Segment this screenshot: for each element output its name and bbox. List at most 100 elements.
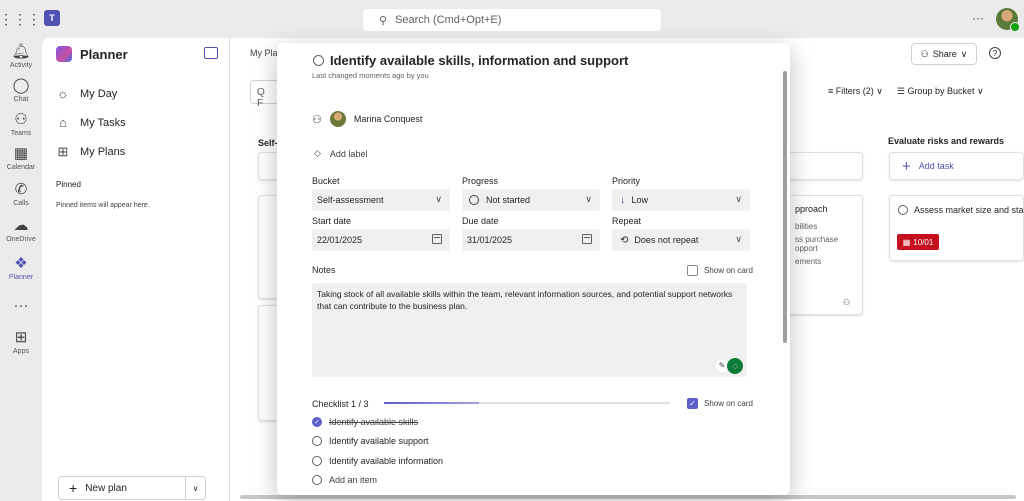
- checklist-item[interactable]: ✓ Identify available skills: [312, 417, 418, 427]
- help-icon[interactable]: ?: [989, 47, 1001, 59]
- calendar-icon[interactable]: [582, 234, 592, 244]
- show-on-card-checkbox[interactable]: [687, 265, 698, 276]
- add-label-button[interactable]: ◇ Add label: [314, 148, 367, 159]
- more-options-icon[interactable]: ···: [972, 11, 984, 25]
- pinned-header: Pinned: [56, 180, 81, 189]
- planner-brand: Planner: [56, 46, 128, 62]
- task-title[interactable]: Identify available skills, information a…: [330, 53, 628, 68]
- rail-item-calendar[interactable]: ▦ Calendar: [0, 145, 42, 172]
- teams-logo-icon: T: [44, 10, 60, 26]
- search-placeholder: Search (Cmd+Opt+E): [395, 14, 502, 26]
- task-card[interactable]: pproach bilities ss purchase opport emen…: [780, 195, 863, 315]
- sidebar-item-my-tasks[interactable]: ⌂ My Tasks: [56, 115, 126, 130]
- grid-icon: ⊞: [57, 144, 69, 159]
- repeat-label: Repeat: [612, 216, 642, 226]
- unchecked-icon[interactable]: [312, 456, 322, 466]
- calendar-icon: ▦: [902, 237, 911, 247]
- chevron-down-icon: ∨: [435, 194, 442, 204]
- checked-icon[interactable]: ✓: [312, 417, 322, 427]
- rail-item-chat[interactable]: ◯ Chat: [0, 78, 42, 104]
- assignee-name: Marina Conquest: [353, 114, 423, 124]
- due-date-badge: ▦ 10/01: [897, 234, 939, 250]
- sidebar-item-my-plans[interactable]: ⊞ My Plans: [56, 144, 126, 160]
- cloud-icon: ☁︎: [13, 217, 29, 234]
- chevron-down-icon: ∨: [735, 234, 742, 244]
- pinned-empty-text: Pinned items will appear here.: [56, 202, 150, 209]
- horizontal-scrollbar[interactable]: [240, 495, 1016, 499]
- add-task-button[interactable]: + Add task: [889, 152, 1024, 180]
- complete-task-checkbox[interactable]: [313, 55, 324, 66]
- checklist-item[interactable]: Identify available support: [312, 436, 429, 446]
- tasks-icon: ⌂: [59, 115, 67, 130]
- chevron-down-icon: ∨: [735, 194, 742, 204]
- assign-icon[interactable]: ⚇: [843, 298, 850, 307]
- rail-item-planner[interactable]: ❖ Planner: [0, 255, 42, 282]
- notes-label: Notes: [312, 265, 336, 275]
- filter-input[interactable]: Q F: [250, 80, 280, 109]
- planner-sidebar: Planner ☼ My Day ⌂ My Tasks ⊞ My Plans Pinn…: [42, 38, 230, 501]
- calendar-icon[interactable]: [432, 234, 442, 244]
- share-button[interactable]: ⚇ Share ∨: [911, 43, 977, 65]
- group-by-button[interactable]: ☰ Group by Bucket ∨: [897, 86, 984, 97]
- chevron-down-icon[interactable]: ∨: [185, 477, 205, 499]
- priority-select[interactable]: ↓ Low ∨: [612, 189, 750, 211]
- more-icon: ···: [13, 297, 29, 314]
- plus-icon: +: [902, 157, 911, 175]
- show-on-card-checkbox[interactable]: ✓: [687, 398, 698, 409]
- checklist-progress-fill: [384, 402, 480, 404]
- add-checklist-item[interactable]: Add an item: [312, 475, 377, 485]
- planner-icon: ❖: [14, 255, 28, 272]
- rail-item-more[interactable]: ···: [0, 298, 42, 314]
- checklist-show-on-card[interactable]: ✓ Show on card: [687, 398, 753, 409]
- bucket-select[interactable]: Self-assessment ∨: [312, 189, 450, 211]
- new-plan-button[interactable]: + New plan ∨: [58, 476, 206, 500]
- due-date-field[interactable]: 31/01/2025: [462, 229, 600, 251]
- sidebar-item-my-day[interactable]: ☼ My Day: [56, 86, 117, 101]
- task-card[interactable]: Assess market size and stab: [889, 195, 1024, 261]
- calendar-icon: ▦: [13, 145, 29, 162]
- profile-avatar[interactable]: [996, 8, 1020, 32]
- add-task-card-mid[interactable]: [780, 152, 863, 180]
- planner-logo-icon: [56, 46, 72, 62]
- complete-task-checkbox[interactable]: [898, 205, 908, 215]
- bucket-header-left: Self-: [258, 138, 278, 148]
- rail-item-teams[interactable]: ⚇ Teams: [0, 112, 42, 138]
- board-toolbar: ≡ Filters (2) ∨ ☰ Group by Bucket ∨: [828, 86, 984, 97]
- notes-show-on-card[interactable]: Show on card: [687, 265, 753, 276]
- title-bar: ⋮⋮⋮ T ⚲ Search (Cmd+Opt+E) ···: [0, 0, 1024, 38]
- rail-item-onedrive[interactable]: ☁︎ OneDrive: [0, 217, 42, 244]
- start-date-field[interactable]: 22/01/2025: [312, 229, 450, 251]
- unchecked-icon[interactable]: [312, 436, 322, 446]
- repeat-select[interactable]: ⟲ Does not repeat ∨: [612, 229, 750, 251]
- apps-icon: ⊞: [14, 329, 28, 346]
- progress-label: Progress: [462, 176, 499, 186]
- plan-breadcrumb[interactable]: My Pla: [250, 48, 278, 58]
- notes-tools: ✎ ◌: [715, 357, 745, 374]
- app-launcher-icon[interactable]: ⋮⋮⋮: [0, 10, 41, 28]
- bell-icon: 🔔︎: [11, 43, 31, 60]
- assignee-row[interactable]: ⚇ Marina Conquest: [312, 111, 422, 127]
- sun-icon: ☼: [57, 86, 69, 101]
- search-icon: ⚲: [379, 14, 388, 27]
- progress-select[interactable]: Not started ∨: [462, 189, 600, 211]
- rail-item-apps[interactable]: ⊞ Apps: [0, 329, 42, 356]
- rail-item-activity[interactable]: 🔔︎ Activity: [0, 43, 42, 70]
- not-started-icon: [469, 195, 479, 205]
- checklist-item[interactable]: Identify available information: [312, 456, 443, 466]
- collapse-sidebar-icon[interactable]: [204, 47, 218, 59]
- task-title-row: Identify available skills, information a…: [313, 53, 628, 68]
- search-input[interactable]: ⚲ Search (Cmd+Opt+E): [363, 9, 661, 31]
- dialog-scrollbar[interactable]: [783, 71, 787, 343]
- chevron-down-icon: ∨: [585, 194, 592, 204]
- due-date-label: Due date: [462, 216, 499, 226]
- checklist-progress-bar: [384, 402, 670, 404]
- notes-textarea[interactable]: Taking stock of all available skills wit…: [312, 283, 747, 377]
- assign-person-icon[interactable]: ⚇: [312, 113, 322, 126]
- filters-button[interactable]: ≡ Filters (2) ∨: [828, 86, 883, 97]
- rail-item-calls[interactable]: ✆ Calls: [0, 181, 42, 208]
- chevron-down-icon: ∨: [960, 48, 968, 59]
- planner-title: Planner: [80, 46, 128, 62]
- task-details-dialog: Identify available skills, information a…: [277, 43, 790, 495]
- phone-icon: ✆: [14, 181, 28, 198]
- loop-icon[interactable]: ◌: [727, 357, 743, 374]
